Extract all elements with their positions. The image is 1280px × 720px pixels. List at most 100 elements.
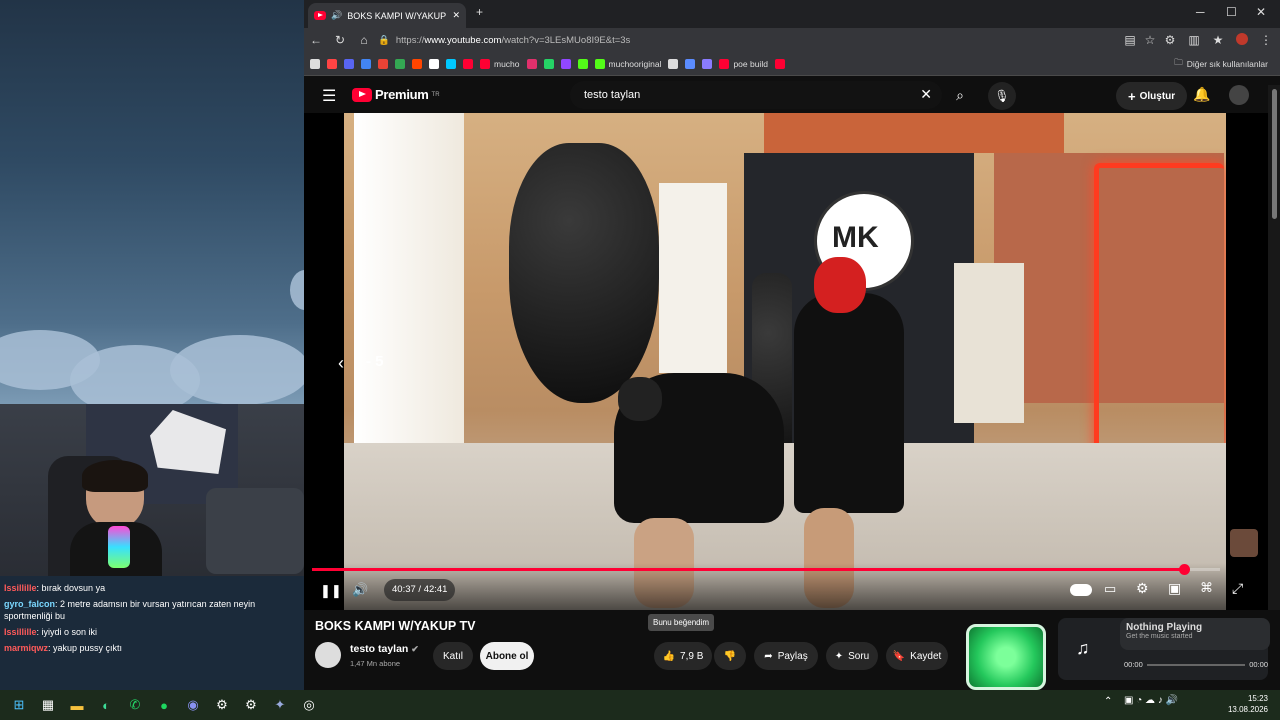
bookmark-item[interactable]: [327, 58, 337, 69]
menu-more-icon[interactable]: ⋮: [1254, 33, 1278, 47]
bookmark-item[interactable]: [668, 58, 679, 69]
volume-icon[interactable]: 🔊: [352, 582, 368, 598]
file-explorer-icon[interactable]: ▬: [66, 694, 88, 716]
search-input[interactable]: testo taylan ✕: [570, 81, 942, 109]
other-bookmarks-folder[interactable]: 🗀 Diğer sık kullanılanlar: [1174, 57, 1268, 71]
spotify-icon[interactable]: ●: [153, 694, 175, 716]
cast-icon[interactable]: ⌘: [1200, 580, 1213, 596]
tray-chevron-icon[interactable]: ⌃: [1104, 696, 1112, 707]
maximize-icon[interactable]: ☐: [1226, 5, 1237, 19]
back-icon[interactable]: ←: [304, 33, 328, 47]
microphone-icon[interactable]: 🎙: [988, 82, 1016, 110]
extensions-icon[interactable]: ⚙: [1158, 33, 1182, 47]
account-avatar[interactable]: [1229, 85, 1249, 105]
close-window-icon[interactable]: ✕: [1256, 5, 1266, 19]
bookmark-item[interactable]: [310, 58, 320, 69]
bookmark-item[interactable]: [774, 58, 785, 69]
share-button[interactable]: ➦ Paylaş: [754, 642, 818, 670]
dislike-button[interactable]: 👎: [714, 642, 746, 670]
notifications-bell-icon[interactable]: 🔔: [1193, 86, 1210, 103]
bookmark-item[interactable]: [702, 58, 713, 69]
bookmark-item[interactable]: poe build: [719, 58, 768, 69]
logo-region: TR: [431, 91, 440, 98]
verified-icon: ✔: [411, 644, 419, 654]
bookmark-item[interactable]: [526, 58, 537, 69]
tray-icons[interactable]: ▣ ◔ ☁ ♪ 🔊: [1124, 695, 1178, 706]
refresh-icon[interactable]: ↻: [328, 33, 352, 47]
bookmark-item[interactable]: [395, 58, 405, 69]
channel-watermark[interactable]: [1230, 529, 1258, 557]
sidebar-icon[interactable]: ▥: [1182, 33, 1206, 47]
bookmark-item[interactable]: [446, 58, 456, 69]
bookmark-item[interactable]: [463, 58, 473, 69]
progress-knob[interactable]: [1178, 564, 1190, 575]
bookmark-item[interactable]: [429, 58, 439, 69]
app-icon[interactable]: ✦: [269, 694, 291, 716]
tab-bar: 🔊 BOKS KAMPI W/YAKUP TV - Y ✕ + ─ ☐ ✕: [304, 0, 1280, 28]
home-icon[interactable]: ⌂: [352, 33, 376, 47]
subtitles-icon[interactable]: ▭: [1104, 581, 1116, 597]
bookmark-item[interactable]: [560, 58, 571, 69]
progress-fill: [312, 568, 1184, 571]
collections-icon[interactable]: ★: [1206, 33, 1230, 47]
whatsapp-icon[interactable]: ✆: [124, 694, 146, 716]
close-tab-icon[interactable]: ✕: [452, 10, 460, 21]
chat-user: marmiqwz: [4, 643, 49, 653]
fullscreen-icon[interactable]: ⤢: [1232, 580, 1243, 597]
desktop-wallpaper: [0, 0, 304, 404]
bookmark-item[interactable]: [344, 58, 354, 69]
save-button[interactable]: 🔖 Kaydet: [886, 642, 948, 670]
bookmark-item[interactable]: [577, 58, 588, 69]
steam-icon[interactable]: ⚙: [211, 694, 233, 716]
bookmark-item[interactable]: [378, 58, 388, 69]
channel-avatar[interactable]: [315, 642, 341, 668]
new-tab-button[interactable]: +: [476, 5, 483, 19]
page-scrollbar[interactable]: [1268, 85, 1280, 690]
join-button[interactable]: Katıl: [433, 642, 473, 670]
minimize-icon[interactable]: ─: [1196, 5, 1205, 19]
autoplay-toggle[interactable]: [1070, 584, 1092, 596]
bookmark-item[interactable]: [412, 58, 422, 69]
edge-icon[interactable]: ◐: [95, 694, 117, 716]
bookmark-favicon-icon: [378, 58, 388, 69]
discord-icon[interactable]: ◉: [182, 694, 204, 716]
bookmark-favicon-icon: [685, 58, 696, 69]
bookmark-item[interactable]: mucho: [480, 58, 520, 69]
task-view-icon[interactable]: ▦: [37, 694, 59, 716]
search-icon[interactable]: ⌕: [940, 81, 980, 109]
bookmark-item[interactable]: [543, 58, 554, 69]
hamburger-menu-icon[interactable]: ☰: [322, 86, 336, 106]
bookmark-item[interactable]: [361, 58, 371, 69]
bookmark-favicon-icon: [577, 58, 588, 69]
profile-avatar[interactable]: [1230, 33, 1254, 48]
tab-youtube[interactable]: 🔊 BOKS KAMPI W/YAKUP TV - Y ✕: [308, 3, 466, 28]
url-field[interactable]: 🔒 https://www.youtube.com/watch?v=3LEsMU…: [378, 32, 1118, 48]
subscribe-button[interactable]: Abone ol: [480, 642, 534, 670]
bookmark-item[interactable]: [685, 58, 696, 69]
now-playing-card[interactable]: Nothing Playing Get the music started: [1120, 618, 1270, 650]
windows-start-icon[interactable]: ⊞: [8, 694, 30, 716]
seek-indicator: - 5: [366, 353, 384, 370]
chat-message: Issillille: iyiydi o son iki: [4, 626, 300, 638]
steam-2-icon[interactable]: ⚙: [240, 694, 262, 716]
like-button[interactable]: 👍 7,9 B: [654, 642, 712, 670]
lock-icon: 🔒: [378, 34, 390, 46]
bookmark-item[interactable]: muchooriginal: [594, 58, 661, 69]
chat-message: gyro_falcon: 2 metre adamsın bir vursan …: [4, 598, 300, 622]
music-timeline[interactable]: 00:00 00:00: [1124, 660, 1268, 669]
settings-gear-icon[interactable]: ⚙: [1136, 580, 1149, 597]
create-button[interactable]: + Oluştur: [1116, 82, 1188, 110]
ask-button[interactable]: ✦ Soru: [826, 642, 878, 670]
miniplayer-icon[interactable]: ▣: [1168, 580, 1181, 597]
pause-icon[interactable]: ❚❚: [320, 583, 342, 599]
youtube-logo[interactable]: Premium TR: [352, 87, 440, 102]
clear-search-icon[interactable]: ✕: [920, 86, 932, 103]
channel-name-row[interactable]: testo taylan ✔: [350, 643, 419, 655]
create-label: Oluştur: [1139, 90, 1176, 102]
clock[interactable]: 15:23 13.08.2026: [1228, 693, 1268, 715]
other-bookmarks-label: Diğer sık kullanılanlar: [1186, 58, 1268, 69]
speaker-icon[interactable]: 🔊: [331, 10, 342, 21]
obs-icon[interactable]: ◎: [298, 694, 320, 716]
progress-bar[interactable]: [312, 564, 1220, 575]
video-player[interactable]: MK ‹ - 5 ❚❚ 🔊 40:37 / 42:41 ▭ ⚙ ▣ ⌘ ⤢: [304, 113, 1268, 610]
